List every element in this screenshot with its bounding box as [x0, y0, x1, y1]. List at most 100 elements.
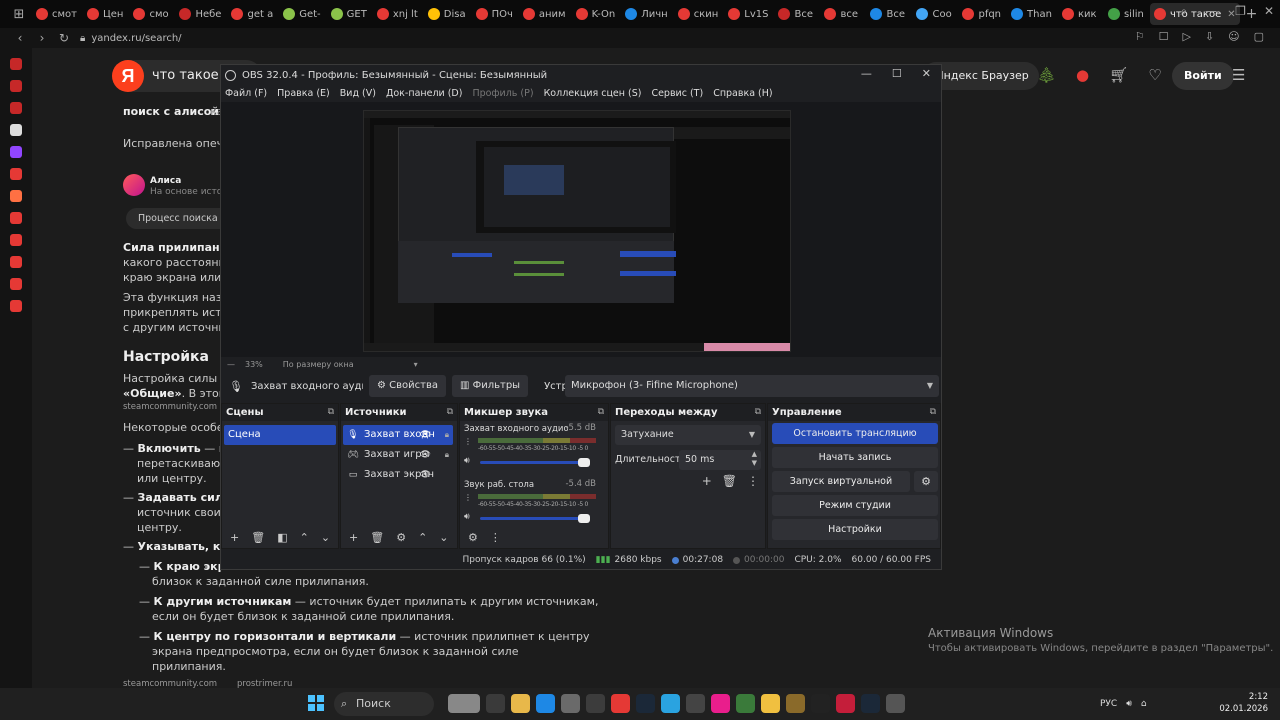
browser-tab[interactable]: Disa [424, 3, 470, 25]
obs-minimize-icon[interactable]: — [861, 67, 872, 80]
rail-icon-1[interactable] [10, 58, 22, 70]
app-icon[interactable] [836, 694, 855, 713]
back-icon[interactable]: ‹ [10, 31, 30, 45]
volume-slider[interactable] [480, 458, 590, 467]
windows-start-icon[interactable] [308, 695, 324, 711]
rail-icon-2[interactable] [10, 80, 22, 92]
browser-tab[interactable]: pfqn [958, 3, 1005, 25]
alice-icon[interactable]: ● [1076, 66, 1089, 84]
network-icon[interactable]: ⌂ [1141, 699, 1147, 709]
browser-tab[interactable]: K-On [572, 3, 620, 25]
menu-help[interactable]: Справка (H) [713, 88, 772, 99]
menu-file[interactable]: Файл (F) [225, 88, 267, 99]
minimize-icon[interactable]: — [1205, 4, 1217, 19]
app-icon[interactable] [886, 694, 905, 713]
rail-icon-5[interactable] [10, 146, 22, 158]
source-item[interactable]: ▭ Захват экран 👁︎ [343, 465, 453, 485]
up-icon[interactable]: ⌃ [300, 531, 309, 544]
obs-maximize-icon[interactable]: ☐ [892, 67, 902, 80]
down-icon[interactable]: ⌄ [439, 531, 448, 544]
rail-icon-7[interactable] [10, 190, 22, 202]
trash-icon[interactable]: 🗑︎ [251, 531, 265, 544]
opera-icon[interactable] [611, 694, 630, 713]
up-icon[interactable]: ⌃ [418, 531, 427, 544]
extensions-icon[interactable]: ▢ [1254, 30, 1264, 43]
zoom-minus-icon[interactable]: — [227, 360, 235, 369]
menu-icon[interactable]: ⋮ [747, 474, 759, 488]
widgets-icon[interactable] [448, 694, 480, 713]
app-icon[interactable] [686, 694, 705, 713]
address-bar[interactable]: 🔒︎ yandex.ru/search/ [80, 33, 182, 44]
browser-tab[interactable]: смо [129, 3, 173, 25]
undock-icon[interactable]: ⧉ [755, 404, 761, 421]
slider-knob[interactable] [577, 458, 590, 467]
rail-icon-9[interactable] [10, 234, 22, 246]
browser-tab[interactable]: ПОч [472, 3, 517, 25]
reload-icon[interactable]: ↻ [54, 31, 74, 45]
virtual-camera-button[interactable]: Запуск виртуальной камеры [772, 471, 910, 508]
browser-menu-icon[interactable]: ⊞ [8, 3, 30, 25]
play-icon[interactable]: ▷ [1182, 30, 1190, 43]
epic-games-icon[interactable] [811, 694, 830, 713]
alice-search-tab[interactable]: поиск с алисой [123, 104, 219, 119]
browser-tab[interactable]: Все [774, 3, 818, 25]
device-select[interactable]: Микрофон (3- Fifine Microphone) ▼ [565, 375, 939, 397]
trash-icon[interactable]: 🗑︎ [722, 474, 737, 488]
speaker-icon[interactable]: 🔊︎ [1126, 699, 1132, 709]
hamburger-menu-icon[interactable]: ☰ [1232, 66, 1245, 84]
virtual-camera-gear-icon[interactable]: ⚙ [914, 471, 938, 492]
profile-icon[interactable]: ☺ [1228, 30, 1239, 43]
bookmark-icon[interactable]: ⚐ [1135, 30, 1145, 43]
channel-menu-icon[interactable]: ⋮ [464, 493, 472, 502]
add-icon[interactable]: + [230, 531, 239, 544]
spinner-icon[interactable]: ▲ ▼ [752, 450, 757, 468]
source-link-1[interactable]: steamcommunity.com [123, 400, 217, 415]
scene-item[interactable]: Сцена [224, 425, 336, 445]
obs-close-icon[interactable]: ✕ [922, 67, 931, 80]
menu-edit[interactable]: Правка (E) [277, 88, 330, 99]
maximize-icon[interactable]: ❐ [1235, 4, 1246, 19]
zoom-dropdown-icon[interactable]: ▾ [414, 360, 418, 369]
slider-knob[interactable] [577, 514, 590, 523]
browser-tab[interactable]: кик [1058, 3, 1102, 25]
browser-tab[interactable]: Личн [621, 3, 671, 25]
add-icon[interactable]: + [702, 474, 712, 488]
app-icon[interactable] [561, 694, 580, 713]
undock-icon[interactable]: ⧉ [930, 404, 936, 421]
stop-stream-button[interactable]: Остановить трансляцию [772, 423, 938, 444]
close-icon[interactable]: ✕ [1264, 4, 1274, 19]
menu-tools[interactable]: Сервис (T) [651, 88, 703, 99]
menu-scene-collection[interactable]: Коллекция сцен (S) [544, 88, 642, 99]
rail-icon-3[interactable] [10, 102, 22, 114]
taskbar-clock[interactable]: 2:12 02.01.2026 [1219, 691, 1268, 715]
rail-icon-6[interactable] [10, 168, 22, 180]
volume-slider[interactable] [480, 514, 590, 523]
app-icon[interactable] [761, 694, 780, 713]
speaker-icon[interactable]: 🔊︎ [464, 456, 470, 466]
app-icon[interactable] [786, 694, 805, 713]
zoom-mode[interactable]: По размеру окна [283, 360, 354, 369]
telegram-icon[interactable] [661, 694, 680, 713]
cart-icon[interactable]: 🛒︎ [1109, 66, 1128, 84]
browser-tab[interactable]: смот [32, 3, 81, 25]
browser-tab[interactable]: get a [227, 3, 277, 25]
undock-icon[interactable]: ⧉ [447, 404, 453, 421]
lang-indicator[interactable]: РУС [1100, 699, 1117, 709]
transition-select[interactable]: Затухание ▼ [615, 425, 761, 445]
file-explorer-icon[interactable] [511, 694, 530, 713]
edge-icon[interactable] [536, 694, 555, 713]
lock-icon[interactable]: 🔒︎ [445, 445, 449, 465]
add-icon[interactable]: + [349, 531, 358, 544]
app-icon[interactable] [711, 694, 730, 713]
eye-icon[interactable]: 👁︎ [420, 465, 431, 485]
browser-tab[interactable]: Небе [175, 3, 225, 25]
browser-tab[interactable]: silin [1104, 3, 1148, 25]
gear-icon[interactable]: ⚙ [396, 531, 406, 544]
favorites-icon[interactable]: ♡ [1148, 66, 1161, 84]
browser-tab[interactable]: xnj lt [373, 3, 422, 25]
browser-tab[interactable]: все [820, 3, 864, 25]
settings-button[interactable]: Настройки [772, 519, 938, 540]
browser-tab[interactable]: GET [327, 3, 371, 25]
channel-menu-icon[interactable]: ⋮ [464, 437, 472, 446]
down-icon[interactable]: ⌄ [321, 531, 330, 544]
